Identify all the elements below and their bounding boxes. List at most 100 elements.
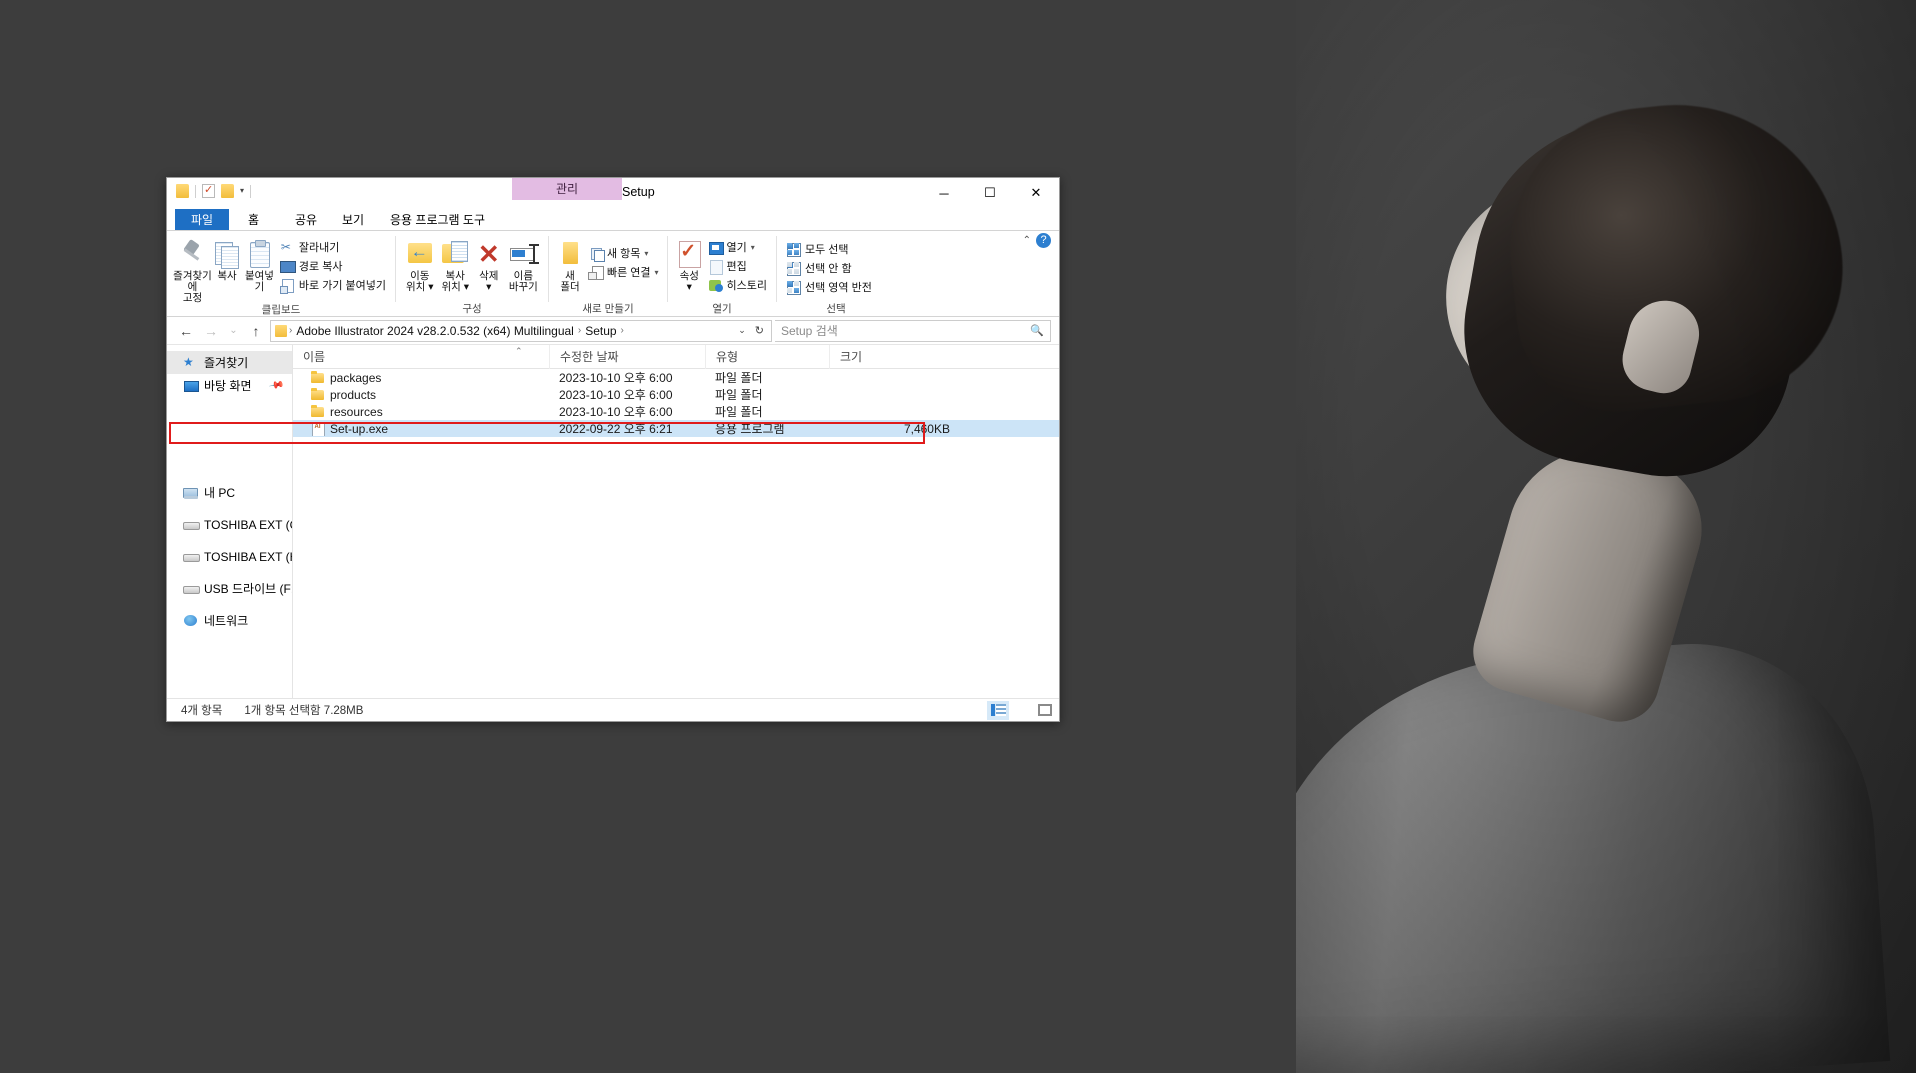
row-date-0: 2023-10-10 오후 6:00 — [559, 371, 673, 385]
help-icon[interactable]: ? — [1036, 233, 1051, 248]
minimize-button[interactable]: ─ — [921, 178, 967, 208]
paste-button[interactable]: 붙여넣기 — [242, 235, 277, 293]
new-folder-icon[interactable] — [221, 184, 234, 198]
sidebar-label-favorites: 즐겨찾기 — [204, 356, 249, 370]
select-small-buttons: 모두 선택 선택 안 함 선택 영역 반전 — [783, 235, 875, 296]
move-to-button[interactable]: 이동 위치 ▾ — [402, 235, 437, 293]
copy-path-label: 경로 복사 — [298, 261, 343, 273]
details-view-button[interactable] — [987, 700, 1009, 720]
file-explorer-window: 관리 ▾ Setup ─ ☐ ✕ 파일 홈 공유 보기 응용 프로그램 도구 — [166, 177, 1060, 722]
copy-button[interactable]: 복사 — [212, 235, 242, 282]
recent-locations-button[interactable]: ⌄ — [225, 320, 242, 342]
folder-icon[interactable] — [176, 184, 189, 198]
search-box[interactable]: Setup 검색 🔍 — [775, 319, 1051, 342]
contextual-tab-label: 관리 — [555, 182, 579, 196]
history-button[interactable]: 히스토리 — [705, 276, 770, 294]
refresh-icon[interactable]: ↻ — [752, 324, 767, 337]
column-header-date[interactable]: 수정한 날짜 — [549, 344, 705, 369]
customize-caret-icon[interactable]: ▾ — [240, 187, 244, 195]
breadcrumb-folder-icon — [275, 324, 287, 337]
invert-selection-button[interactable]: 선택 영역 반전 — [783, 278, 875, 296]
column-header-size[interactable]: 크기 — [829, 344, 959, 369]
column-header-type[interactable]: 유형 — [705, 344, 829, 369]
organize-group-title: 구성 — [462, 303, 482, 315]
pin-icon — [177, 239, 207, 269]
up-button[interactable]: ↑ — [245, 320, 267, 342]
copy-path-button[interactable]: 경로 복사 — [277, 257, 389, 275]
pin-icon[interactable]: 📌 — [268, 377, 285, 393]
breadcrumb-separator-0[interactable]: › — [289, 325, 292, 336]
sidebar-item-favorites[interactable]: ★ 즐겨찾기 — [167, 351, 292, 374]
breadcrumb-separator-1[interactable]: › — [578, 325, 581, 336]
tab-home[interactable]: 홈 — [237, 209, 270, 231]
row-size-3: 7,460KB — [903, 421, 950, 436]
sidebar-item-network[interactable]: 네트워크 — [167, 609, 292, 632]
row-name-2: resources — [330, 404, 383, 419]
move-to-icon — [405, 239, 435, 269]
pin-to-quick-access-button[interactable]: 즐겨찾기에 고정 — [173, 235, 212, 304]
collapse-ribbon-button[interactable]: ⌃ — [1023, 235, 1031, 246]
quick-access-dropdown-icon[interactable]: ▾ — [655, 268, 659, 277]
background-photo — [1296, 0, 1916, 1073]
sidebar-item-desktop[interactable]: 바탕 화면 📌 — [167, 374, 292, 397]
breadcrumb-item-1[interactable]: Setup — [583, 324, 618, 338]
cut-label: 잘라내기 — [298, 242, 340, 254]
address-dropdown-icon[interactable]: ⌄ — [734, 325, 750, 336]
ribbon: 즐겨찾기에 고정 복사 붙여넣기 잘라내기 — [167, 231, 1059, 317]
close-button[interactable]: ✕ — [1013, 178, 1059, 208]
search-icon: 🔍 — [1030, 325, 1044, 337]
tab-file[interactable]: 파일 — [175, 209, 230, 231]
sidebar-label-this-pc: 내 PC — [204, 486, 236, 500]
drive-icon — [183, 517, 200, 532]
delete-icon: ✕ — [477, 239, 500, 269]
copy-to-button[interactable]: 복사 위치 ▾ — [437, 235, 472, 293]
window-title: Setup — [622, 185, 655, 199]
properties-icon[interactable] — [202, 183, 215, 198]
delete-dropdown-icon[interactable]: ▾ — [479, 282, 498, 293]
select-all-icon — [786, 242, 801, 257]
table-row-selected[interactable]: Set-up.exe 2022-09-22 오후 6:21 응용 프로그램 7,… — [293, 420, 1059, 437]
select-all-button[interactable]: 모두 선택 — [783, 240, 875, 258]
large-icons-view-button[interactable] — [1034, 701, 1056, 720]
edit-button[interactable]: 편집 — [705, 257, 770, 275]
table-row[interactable]: resources 2023-10-10 오후 6:00 파일 폴더 — [293, 403, 1059, 420]
edit-icon — [708, 259, 723, 275]
open-button[interactable]: 열기 ▾ — [705, 238, 770, 256]
table-row[interactable]: packages 2023-10-10 오후 6:00 파일 폴더 — [293, 369, 1059, 386]
new-item-button[interactable]: 새 항목 ▾ — [585, 244, 662, 262]
new-item-dropdown-icon[interactable]: ▾ — [644, 249, 648, 258]
properties-button[interactable]: 속성 ▾ — [674, 235, 705, 293]
breadcrumb-separator-2[interactable]: › — [621, 325, 624, 336]
delete-button[interactable]: ✕ 삭제 ▾ — [473, 235, 505, 293]
sidebar-item-this-pc[interactable]: 내 PC — [167, 481, 292, 504]
sidebar-item-toshiba-g[interactable]: TOSHIBA EXT (G:) — [167, 513, 292, 536]
cut-button[interactable]: 잘라내기 — [277, 238, 389, 256]
quick-access-link-button[interactable]: 빠른 연결 ▾ — [585, 263, 662, 281]
maximize-button[interactable]: ☐ — [967, 178, 1013, 208]
large-icons-view-icon — [1038, 704, 1052, 716]
move-to-dropdown-icon[interactable]: ▾ — [428, 281, 433, 293]
sidebar-item-usb-f[interactable]: USB 드라이브 (F:) — [167, 577, 292, 600]
open-dropdown-icon[interactable]: ▾ — [751, 243, 755, 252]
paste-shortcut-button[interactable]: 바로 가기 붙여넣기 — [277, 276, 389, 294]
back-button[interactable]: ← — [175, 320, 197, 342]
copy-to-dropdown-icon[interactable]: ▾ — [464, 281, 469, 293]
select-none-label: 선택 안 함 — [805, 263, 852, 275]
rename-button[interactable]: 이름 바꾸기 — [505, 235, 542, 293]
copy-to-label-line2: 위치 — [441, 281, 461, 293]
new-folder-button[interactable]: 새 폴더 — [555, 235, 585, 293]
breadcrumb[interactable]: › Adobe Illustrator 2024 v28.2.0.532 (x6… — [270, 319, 772, 342]
column-header-name[interactable]: 이름 — [293, 345, 549, 369]
properties-dropdown-icon[interactable]: ▾ — [680, 282, 699, 293]
row-name-0: packages — [330, 370, 382, 385]
table-row[interactable]: products 2023-10-10 오후 6:00 파일 폴더 — [293, 386, 1059, 403]
sidebar-item-toshiba-h[interactable]: TOSHIBA EXT (H:) — [167, 545, 292, 568]
tab-view[interactable]: 보기 — [331, 209, 375, 231]
breadcrumb-item-0[interactable]: Adobe Illustrator 2024 v28.2.0.532 (x64)… — [294, 324, 576, 338]
forward-button[interactable]: → — [200, 320, 222, 342]
select-none-button[interactable]: 선택 안 함 — [783, 259, 875, 277]
copy-path-icon — [279, 259, 296, 273]
tab-share[interactable]: 공유 — [284, 209, 328, 231]
tab-application-tools[interactable]: 응용 프로그램 도구 — [378, 209, 497, 231]
